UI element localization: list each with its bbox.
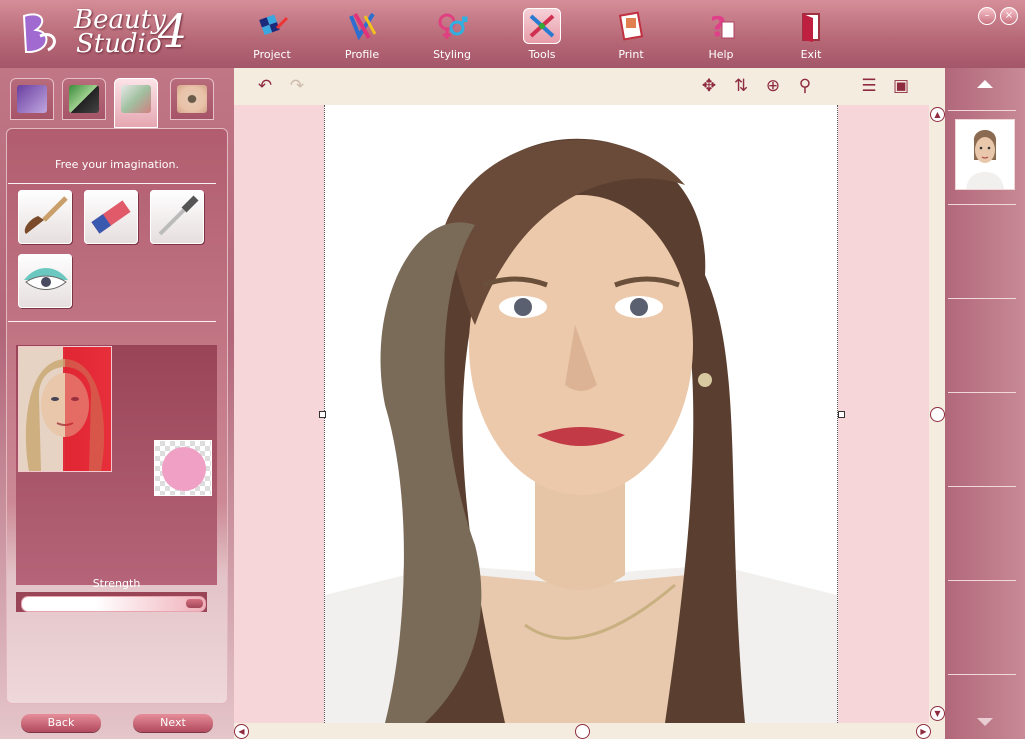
thumbnail-scroll-up-icon[interactable] [977,80,993,88]
resize-handle-left[interactable] [319,411,326,418]
thumbnail-divider [948,486,1016,487]
dropper-icon [158,195,199,236]
scroll-up-icon[interactable]: ▲ [930,107,945,122]
vertical-scrollbar[interactable]: ▲ ▼ [929,105,945,723]
vertical-scroll-thumb[interactable] [930,407,945,422]
hair-color-tab-icon [17,85,47,113]
thumbnail-divider [948,392,1016,393]
portrait-image [325,105,837,723]
eye-shadow-icon [24,268,68,290]
thumbnail-divider [948,110,1016,111]
makeup-tab[interactable] [62,78,106,120]
nav-tools-button[interactable]: Tools [508,4,576,64]
exit-icon [792,8,830,44]
nav-profile-label: Profile [344,48,380,61]
close-button[interactable]: × [1000,7,1018,25]
nav-exit-button[interactable]: Exit [777,4,845,64]
back-button[interactable]: Back [21,714,101,732]
redo-icon[interactable]: ↷ [286,76,308,96]
eyes-tab[interactable] [170,78,214,120]
divider [8,321,216,322]
horizontal-scrollbar[interactable]: ◀ ▶ [234,723,945,739]
logo-line-2: Studio [76,29,162,59]
eyes-tab-icon [177,85,207,113]
canvas-toolbar: ↶ ↷ ✥ ⇅ ⊕ ⚲ ☰ ▣ [234,68,945,105]
project-icon [253,8,291,44]
nav-project-label: Project [253,48,291,61]
nav-exit-label: Exit [800,48,822,61]
nav-help-button[interactable]: ? Help [687,4,755,64]
help-icon: ? [702,8,740,44]
divider [8,183,216,184]
nav-tools-label: Tools [528,48,556,61]
tools-tab[interactable] [114,78,158,128]
move-icon[interactable]: ✥ [698,76,720,96]
before-after-preview [18,346,112,472]
eraser-icon [91,200,131,234]
thumbnail-divider [948,580,1016,581]
strength-label: Strength [92,577,141,590]
photo-thumbnail[interactable] [955,119,1015,190]
thumbnail-image [956,120,1014,189]
selected-color [162,447,206,491]
nav-profile-button[interactable]: Profile [328,4,396,64]
logo-version: 4 [158,4,188,58]
nav-styling-label: Styling [433,48,471,61]
panel-caption: Free your imagination. [55,158,179,171]
target-icon[interactable]: ⊕ [762,76,784,96]
next-button[interactable]: Next [133,714,213,732]
eye-shadow-tool-button[interactable] [18,254,72,308]
camera-icon[interactable]: ▣ [890,76,912,96]
tools-icon [523,8,561,44]
portrait-photo[interactable] [324,105,838,723]
horizontal-scroll-thumb[interactable] [575,724,590,739]
logo-mark-icon [22,13,56,53]
thumbnail-divider [948,674,1016,675]
resize-handle-right[interactable] [838,411,845,418]
scroll-left-icon[interactable]: ◀ [234,724,249,739]
print-icon [612,8,650,44]
top-bar: Beauty Studio 4 Project Profile Styling … [0,0,1025,69]
app-logo-text: Beauty Studio [74,7,166,59]
undo-icon[interactable]: ↶ [254,76,276,96]
eraser-tool-button[interactable] [84,190,138,244]
nav-help-label: Help [708,48,734,61]
brush-tool-button[interactable] [18,190,72,244]
minimize-button[interactable]: – [978,7,996,25]
nav-print-button[interactable]: Print [597,4,665,64]
strength-slider[interactable] [21,596,206,612]
thumbnail-scroll-down-icon[interactable] [977,718,993,726]
thumbnail-divider [948,298,1016,299]
thumbnail-divider [948,204,1016,205]
dropper-tool-button[interactable] [150,190,204,244]
styling-icon [433,8,471,44]
profile-icon [343,8,381,44]
brush-icon [24,196,68,234]
scroll-down-icon[interactable]: ▼ [930,706,945,721]
nav-project-button[interactable]: Project [238,4,306,64]
hair-color-tab[interactable] [10,78,54,120]
scroll-right-icon[interactable]: ▶ [916,724,931,739]
preview-face-image [25,347,111,471]
strength-slider-thumb[interactable] [186,599,203,608]
nav-styling-button[interactable]: Styling [418,4,486,64]
makeup-tab-icon [69,85,99,113]
zoom-icon[interactable]: ⚲ [794,76,816,96]
rotate-icon[interactable]: ⇅ [730,76,752,96]
nav-print-label: Print [618,48,644,61]
menu-icon[interactable]: ☰ [858,76,880,96]
tools-tab-icon [121,85,151,113]
